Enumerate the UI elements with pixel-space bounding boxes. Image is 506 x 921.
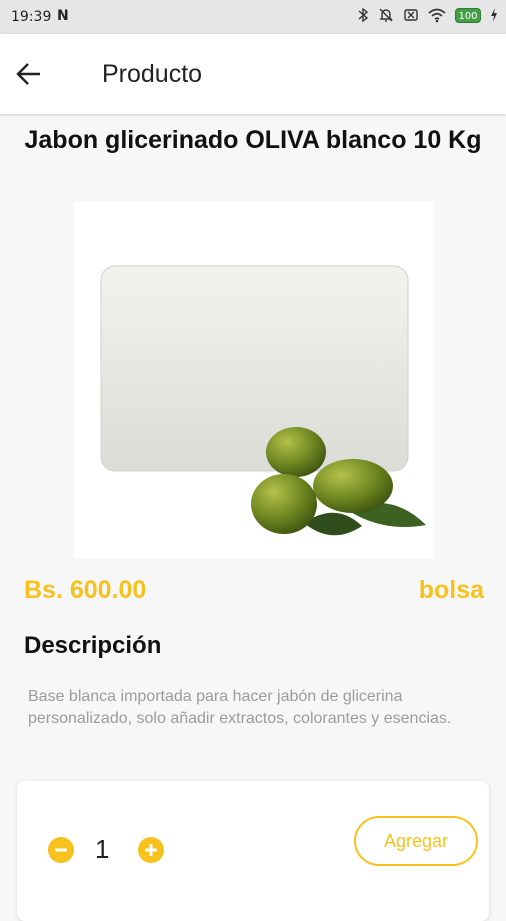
description-heading: Descripción xyxy=(24,632,162,659)
add-to-cart-card: 1 Agregar xyxy=(17,781,489,921)
charging-icon xyxy=(491,8,497,22)
status-icons: 100 xyxy=(357,7,498,23)
status-time: 19:39 xyxy=(11,9,52,25)
product-image xyxy=(74,201,433,559)
arrow-back-icon xyxy=(16,63,40,85)
product-price: Bs. 600.00 xyxy=(24,576,147,604)
bluetooth-icon xyxy=(358,7,369,23)
back-button[interactable] xyxy=(16,61,42,87)
plus-icon xyxy=(145,844,157,856)
sim-off-icon xyxy=(404,9,418,21)
add-button[interactable]: Agregar xyxy=(354,816,478,866)
bell-off-icon xyxy=(379,8,393,22)
description-text: Base blanca importada para hacer jabón d… xyxy=(28,688,452,727)
quantity-value: 1 xyxy=(95,834,110,864)
wifi-icon xyxy=(428,8,446,23)
page-title: Producto xyxy=(102,60,203,88)
app-bar: Producto xyxy=(0,34,506,114)
minus-icon xyxy=(55,848,67,852)
status-bar: 19:39 N 100 xyxy=(0,0,506,34)
battery-icon: 100 xyxy=(455,7,481,23)
decrease-quantity-button[interactable] xyxy=(48,837,74,863)
product-title: Jabon glicerinado OLIVA blanco 10 Kg xyxy=(24,126,482,154)
notification-icon: N xyxy=(57,8,69,24)
increase-quantity-button[interactable] xyxy=(138,837,164,863)
product-unit: bolsa xyxy=(418,576,484,604)
